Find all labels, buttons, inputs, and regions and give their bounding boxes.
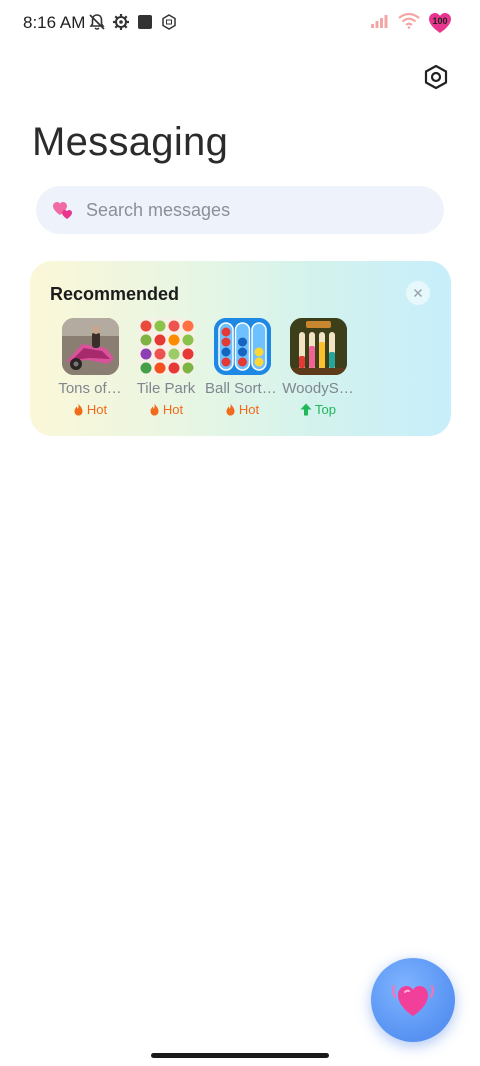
app-badge: Hot [225, 402, 259, 417]
notifications-off-icon [88, 13, 106, 31]
search-bar[interactable] [36, 186, 444, 234]
app-badge: Top [300, 402, 336, 417]
recommended-card: Recommended Tons of… Hot Tile Park Hot B… [30, 261, 451, 436]
compose-fab[interactable] [371, 958, 455, 1042]
wifi-icon [398, 12, 420, 34]
app-badge-label: Hot [86, 402, 108, 417]
battery-level: 100 [432, 16, 448, 26]
home-indicator[interactable] [151, 1053, 329, 1058]
tile-park-icon [137, 318, 195, 375]
recommended-app-tons-of[interactable]: Tons of… Hot [52, 318, 128, 417]
app-badge: Hot [73, 402, 107, 417]
close-recommended-button[interactable] [406, 281, 430, 305]
app-badge-label: Hot [162, 402, 184, 417]
status-icons-right: 100 [370, 12, 452, 34]
close-icon [413, 288, 423, 298]
recommended-apps: Tons of… Hot Tile Park Hot Ball Sort:… H… [52, 318, 356, 417]
app-badge-label: Hot [238, 402, 260, 417]
app-name: WoodyS… [282, 380, 354, 397]
settings-button[interactable] [422, 63, 450, 91]
status-bar: 8:16 AM 100 [0, 0, 480, 48]
recommended-app-ball-sort[interactable]: Ball Sort:… Hot [204, 318, 280, 417]
ball-sort-icon [213, 318, 271, 375]
signal-icon [370, 13, 390, 34]
flame-icon [150, 403, 159, 416]
page-title: Messaging [32, 120, 229, 164]
flame-icon [74, 403, 83, 416]
square-icon [136, 13, 154, 31]
heart-icon [392, 985, 434, 1016]
sim-icon [160, 13, 178, 31]
app-badge-label: Top [315, 402, 336, 417]
app-badge: Hot [149, 402, 183, 417]
recommended-title: Recommended [50, 284, 180, 304]
two-hearts-icon [52, 199, 74, 221]
battery-heart-icon: 100 [428, 12, 452, 34]
app-name: Tile Park [136, 380, 196, 397]
woody-sort-icon [289, 318, 347, 375]
status-icons-left [88, 13, 178, 31]
app-name: Ball Sort:… [205, 380, 279, 397]
recommended-app-tile-park[interactable]: Tile Park Hot [128, 318, 204, 417]
flame-icon [226, 403, 235, 416]
recommended-app-woody-sort[interactable]: WoodyS… Top [280, 318, 356, 417]
app-name: Tons of… [58, 380, 122, 397]
search-input[interactable] [84, 198, 408, 222]
status-time: 8:16 AM [23, 13, 86, 32]
gear-icon [112, 13, 130, 31]
tons-of-game-icon [61, 318, 119, 375]
settings-hexagon-icon [424, 64, 448, 90]
arrow-up-icon [300, 403, 312, 416]
